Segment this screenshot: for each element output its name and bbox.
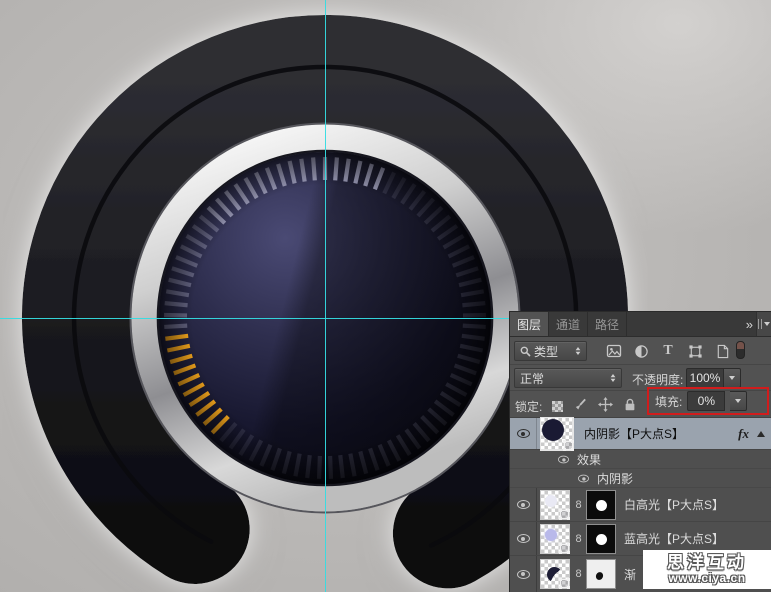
dropdown-arrows-icon bbox=[576, 347, 581, 355]
tab-bar-spacer bbox=[627, 312, 741, 336]
effect-inner-shadow-row[interactable]: 内阴影 bbox=[510, 469, 771, 488]
collapse-effects-arrow[interactable] bbox=[757, 431, 765, 437]
lock-icons bbox=[552, 397, 637, 415]
layer-name: 白高光【P大点S】 bbox=[624, 496, 724, 513]
mask-shape bbox=[596, 534, 607, 545]
tab-layers[interactable]: 图层 bbox=[510, 312, 549, 336]
layer-thumbnail[interactable] bbox=[540, 417, 574, 451]
guide-vertical[interactable] bbox=[325, 0, 326, 592]
visibility-cell[interactable] bbox=[510, 522, 537, 555]
watermark-url: www.ciya.cn bbox=[668, 572, 745, 585]
dock-collapse-icon[interactable] bbox=[756, 312, 771, 336]
effect-label: 内阴影 bbox=[597, 470, 633, 487]
vector-mask-frame-icon bbox=[558, 542, 571, 555]
thumbnail-shape bbox=[545, 529, 557, 541]
eye-icon[interactable] bbox=[517, 429, 530, 438]
filter-on-off-toggle[interactable] bbox=[736, 341, 745, 359]
lock-position-icon[interactable] bbox=[598, 397, 613, 415]
layer-row-inner-shadow[interactable]: 内阴影【P大点S】 fx bbox=[510, 418, 771, 450]
filter-type-layers-icon[interactable]: T bbox=[660, 343, 676, 359]
tab-paths[interactable]: 路径 bbox=[588, 312, 627, 336]
filter-pixel-layers-icon[interactable] bbox=[606, 343, 622, 359]
tab-channels-label: 通道 bbox=[556, 316, 580, 333]
visibility-cell[interactable] bbox=[510, 488, 537, 521]
layer-thumbnail[interactable] bbox=[540, 559, 570, 589]
lock-all-icon[interactable] bbox=[623, 397, 637, 415]
blend-mode-value: 正常 bbox=[520, 370, 544, 387]
opacity-value[interactable]: 100% bbox=[686, 368, 724, 388]
opacity-control: 100% bbox=[686, 368, 741, 388]
vector-mask-frame-icon bbox=[562, 439, 575, 452]
layer-mask-thumbnail[interactable] bbox=[586, 559, 616, 589]
tab-paths-label: 路径 bbox=[595, 316, 619, 333]
layer-mask-thumbnail[interactable] bbox=[586, 524, 616, 554]
filter-kind-label: 类型 bbox=[534, 343, 558, 360]
vector-mask-frame-icon bbox=[558, 508, 571, 521]
mask-link-icon[interactable]: 8 bbox=[574, 568, 583, 580]
fill-dropdown-button[interactable] bbox=[730, 391, 747, 411]
filter-adjustment-layers-icon[interactable] bbox=[633, 343, 649, 359]
filter-kind-dropdown[interactable]: 类型 bbox=[514, 341, 587, 361]
search-icon bbox=[520, 346, 531, 357]
layer-mask-thumbnail[interactable] bbox=[586, 490, 616, 520]
effects-group-row[interactable]: 效果 bbox=[510, 450, 771, 469]
tab-layers-label: 图层 bbox=[517, 316, 541, 333]
mask-link-icon[interactable]: 8 bbox=[574, 499, 583, 511]
thumbnail-shape bbox=[542, 419, 564, 441]
tab-channels[interactable]: 通道 bbox=[549, 312, 588, 336]
layer-name: 内阴影【P大点S】 bbox=[584, 425, 684, 442]
effects-group-label: 效果 bbox=[577, 451, 601, 468]
eye-icon[interactable] bbox=[517, 500, 530, 509]
eye-icon[interactable] bbox=[517, 570, 530, 579]
visibility-cell[interactable] bbox=[510, 556, 537, 592]
layer-thumbnail[interactable] bbox=[540, 524, 570, 554]
mask-shape bbox=[596, 500, 607, 511]
visibility-cell[interactable] bbox=[510, 418, 537, 449]
eye-icon[interactable] bbox=[517, 534, 530, 543]
vector-mask-frame-icon bbox=[558, 577, 571, 590]
mask-link-icon[interactable]: 8 bbox=[574, 533, 583, 545]
watermark-title: 思洋互动 bbox=[667, 554, 747, 572]
layer-effects-badge[interactable]: fx bbox=[738, 426, 749, 442]
photoshop-canvas[interactable]: 图层 通道 路径 » 类型 bbox=[0, 0, 771, 592]
eye-icon[interactable] bbox=[558, 455, 569, 463]
filter-icons: T bbox=[606, 343, 730, 359]
filter-smart-objects-icon[interactable] bbox=[714, 343, 730, 359]
fill-label: 填充: bbox=[655, 393, 682, 410]
layer-thumbnail[interactable] bbox=[540, 490, 570, 520]
layer-name: 蓝高光【P大点S】 bbox=[624, 530, 724, 547]
eye-icon[interactable] bbox=[578, 474, 589, 482]
filter-shape-layers-icon[interactable] bbox=[687, 343, 703, 359]
blend-mode-dropdown[interactable]: 正常 bbox=[514, 368, 622, 388]
lock-label: 锁定: bbox=[515, 398, 542, 415]
opacity-dropdown-button[interactable] bbox=[724, 368, 741, 388]
lock-transparent-pixels-icon[interactable] bbox=[552, 401, 563, 412]
layer-name: 渐 bbox=[624, 566, 636, 583]
lock-image-pixels-icon[interactable] bbox=[573, 397, 588, 415]
layer-row-white-highlight[interactable]: 8 白高光【P大点S】 bbox=[510, 488, 771, 522]
dropdown-arrows-icon bbox=[611, 374, 616, 382]
mask-shape bbox=[595, 571, 605, 581]
filter-row: 类型 T bbox=[510, 337, 771, 365]
thumbnail-shape bbox=[545, 495, 557, 507]
panel-menu-icon[interactable]: » bbox=[741, 312, 756, 336]
fill-highlight-box: 填充: 0% bbox=[647, 387, 769, 415]
opacity-label: 不透明度: bbox=[632, 371, 683, 388]
watermark: 思洋互动 www.ciya.cn bbox=[643, 550, 771, 589]
panel-tab-bar: 图层 通道 路径 » bbox=[510, 312, 771, 337]
fill-value[interactable]: 0% bbox=[687, 391, 725, 411]
